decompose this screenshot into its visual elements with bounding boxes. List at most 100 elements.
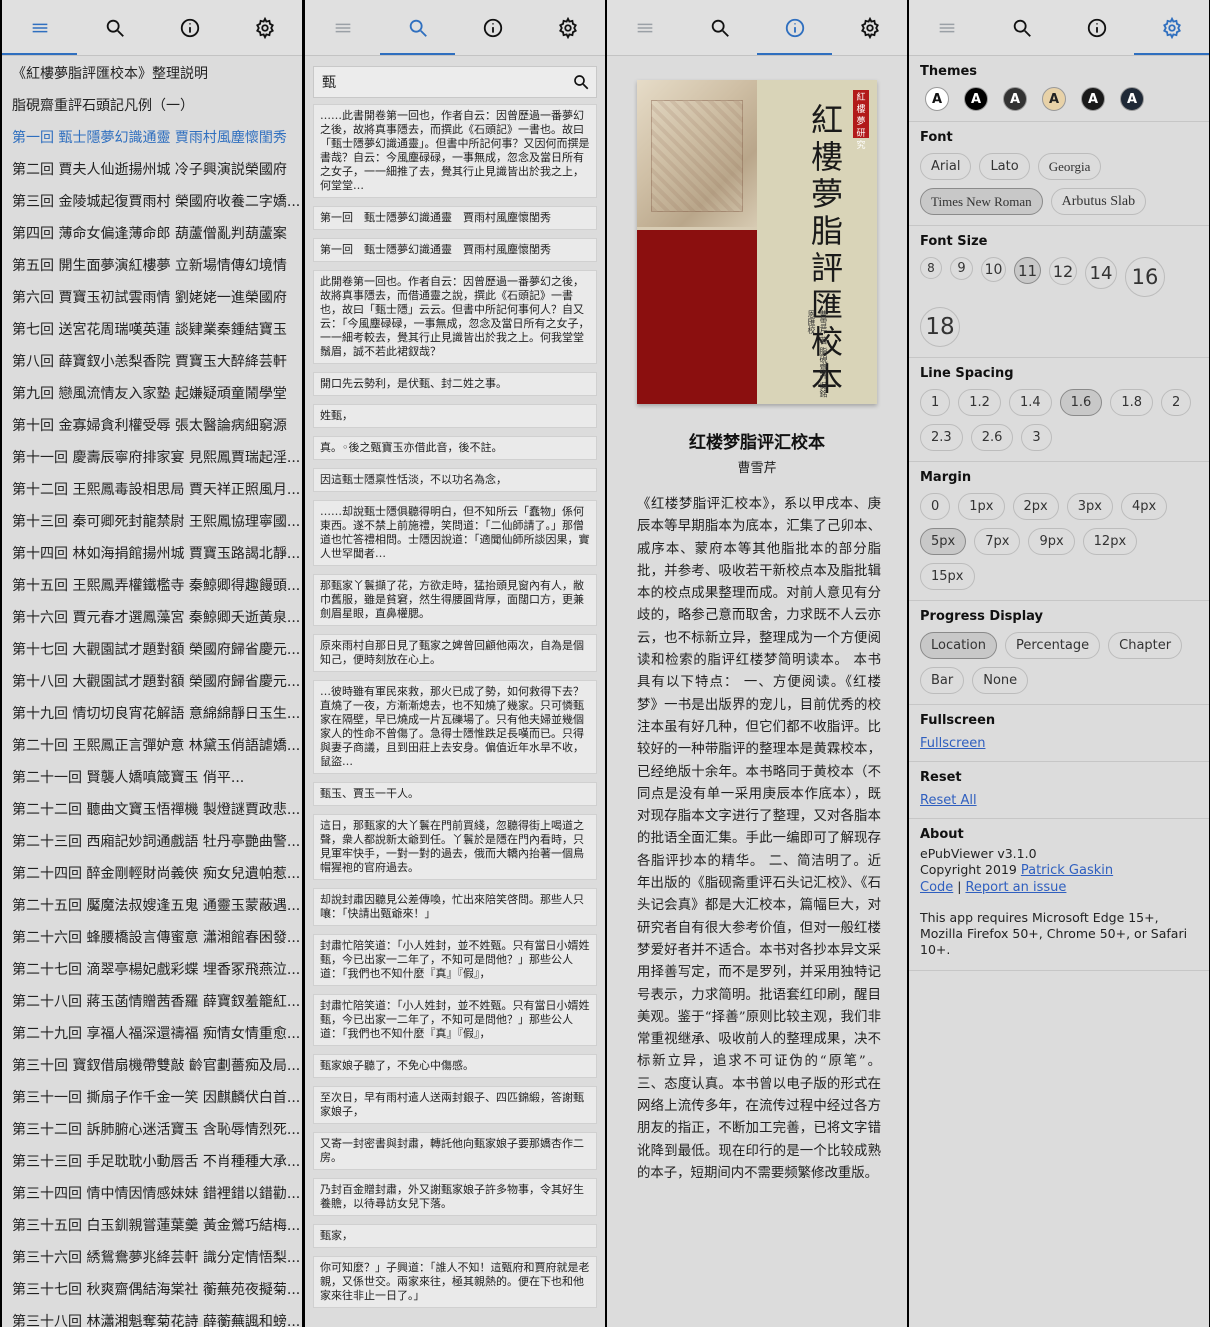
theme-option[interactable]: A bbox=[964, 87, 988, 111]
font-option[interactable]: Times New Roman bbox=[920, 188, 1043, 215]
progress-option[interactable]: Chapter bbox=[1108, 632, 1183, 659]
search-result[interactable]: 又寄一封密書與封肅，轉託他向甄家娘子要那嬌杏作二房。 bbox=[313, 1132, 597, 1170]
fontsize-option[interactable]: 12 bbox=[1049, 257, 1077, 285]
progress-option[interactable]: Location bbox=[920, 632, 997, 659]
search-result[interactable]: 至次日，早有雨村遣人送兩封銀子、四匹錦緞，答謝甄家娘子， bbox=[313, 1086, 597, 1124]
linespacing-option[interactable]: 1.8 bbox=[1110, 389, 1154, 416]
margin-option[interactable]: 4px bbox=[1120, 493, 1168, 520]
toc-item[interactable]: 第六回 賈寶玉初試雲雨情 劉姥姥一進榮國府 bbox=[2, 282, 302, 314]
toc-item[interactable]: 第八回 薛寶釵小恙梨香院 賈寶玉大醉絳芸軒 bbox=[2, 346, 302, 378]
search-result[interactable]: …彼時雖有軍民來救，那火已成了勢，如何救得下去？直燒了一夜，方漸漸熄去，也不知燒… bbox=[313, 680, 597, 774]
toc-item[interactable]: 第三十三回 手足耽耽小動唇舌 不肖種種大承... bbox=[2, 1146, 302, 1178]
search-result[interactable]: 甄玉、賈玉一干人。 bbox=[313, 782, 597, 806]
progress-option[interactable]: None bbox=[972, 667, 1029, 694]
linespacing-option[interactable]: 2.6 bbox=[970, 424, 1014, 451]
toc-item[interactable]: 第五回 開生面夢演紅樓夢 立新場情傳幻境情 bbox=[2, 250, 302, 282]
tab-toc[interactable] bbox=[909, 0, 984, 55]
search-result[interactable]: 你可知麼？」子興道：「誰人不知！這甄府和賈府就是老親，又係世交。兩家來往，極其親… bbox=[313, 1256, 597, 1308]
linespacing-option[interactable]: 1.4 bbox=[1008, 389, 1052, 416]
fontsize-option[interactable]: 8 bbox=[920, 257, 942, 279]
tab-toc[interactable] bbox=[305, 0, 380, 55]
toc-item[interactable]: 第三十二回 訴肺腑心迷活寶玉 含恥辱情烈死... bbox=[2, 1114, 302, 1146]
toc-item[interactable]: 《紅樓夢脂評匯校本》整理説明 bbox=[2, 58, 302, 90]
toc-item[interactable]: 第三十七回 秋爽齋偶結海棠社 蘅蕪苑夜擬菊... bbox=[2, 1274, 302, 1306]
code-link[interactable]: Code bbox=[920, 880, 953, 895]
theme-option[interactable]: A bbox=[1042, 87, 1066, 111]
toc-item[interactable]: 第九回 戀風流情友入家塾 起嫌疑頑童鬧學堂 bbox=[2, 378, 302, 410]
toc-item[interactable]: 第二十四回 醉金剛輕財尚義俠 痴女兒遺帕惹... bbox=[2, 858, 302, 890]
fontsize-option[interactable]: 16 bbox=[1125, 257, 1165, 297]
search-button[interactable] bbox=[566, 67, 596, 97]
margin-option[interactable]: 5px bbox=[920, 528, 967, 555]
search-result[interactable]: 這日，那甄家的大丫鬟在門前買綫，忽聽得街上喝道之聲，衆人都說新太爺到任。丫鬟於是… bbox=[313, 814, 597, 880]
toc-item[interactable]: 第十六回 賈元春才選鳳藻宮 秦鯨卿夭逝黃泉... bbox=[2, 602, 302, 634]
linespacing-option[interactable]: 1 bbox=[920, 389, 951, 416]
theme-option[interactable]: A bbox=[1003, 87, 1027, 111]
toc-item[interactable]: 第二十九回 享福人福深還禱福 痴情女情重愈... bbox=[2, 1018, 302, 1050]
toc-item[interactable]: 第三回 金陵城起復賈雨村 榮國府收養二字嬌... bbox=[2, 186, 302, 218]
toc-item[interactable]: 第十二回 王熙鳳毒設相思局 賈天祥正照風月... bbox=[2, 474, 302, 506]
search-result[interactable]: 因這甄士隱禀性恬淡，不以功名為念， bbox=[313, 468, 597, 492]
progress-option[interactable]: Percentage bbox=[1004, 632, 1101, 659]
toc-item[interactable]: 第二十三回 西廂記妙詞通戲語 牡丹亭艷曲警... bbox=[2, 826, 302, 858]
tab-toc[interactable] bbox=[2, 0, 77, 55]
tab-info[interactable] bbox=[757, 0, 832, 55]
tab-toc[interactable] bbox=[607, 0, 682, 55]
linespacing-option[interactable]: 1.2 bbox=[958, 389, 1001, 416]
toc-item[interactable]: 第十三回 秦可卿死封龍禁尉 王熙鳳協理寧國... bbox=[2, 506, 302, 538]
tab-search[interactable] bbox=[380, 0, 455, 55]
toc-item[interactable]: 第三十八回 林瀟湘魁奪菊花詩 薛蘅蕪諷和螃... bbox=[2, 1306, 302, 1327]
search-result[interactable]: 甄家， bbox=[313, 1224, 597, 1248]
search-result[interactable]: ……此書開卷第一回也，作者自云：因曾歷過一番夢幻之後，故將真事隱去，而撰此《石頭… bbox=[313, 104, 597, 198]
font-option[interactable]: Arbutus Slab bbox=[1050, 188, 1147, 215]
toc-item[interactable]: 第三十回 寶釵借扇機帶雙敲 齡官劃薔痴及局... bbox=[2, 1050, 302, 1082]
search-result[interactable]: 原來雨村自那日見了甄家之婢曾回顧他兩次，自為是個知己，便時刻放在心上。 bbox=[313, 634, 597, 672]
search-result[interactable]: 第一回 甄士隱夢幻識通靈 賈雨村風塵懷閨秀 bbox=[313, 238, 597, 262]
theme-option[interactable]: A bbox=[925, 87, 949, 111]
linespacing-option[interactable]: 3 bbox=[1021, 424, 1052, 451]
linespacing-option[interactable]: 2 bbox=[1161, 389, 1192, 416]
toc-item[interactable]: 第十一回 慶壽辰寧府排家宴 見熙鳳賈瑞起淫... bbox=[2, 442, 302, 474]
tab-search[interactable] bbox=[77, 0, 152, 55]
search-result[interactable]: 姓甄， bbox=[313, 404, 597, 428]
tab-settings[interactable] bbox=[1134, 0, 1209, 55]
toc-item[interactable]: 第十九回 情切切良宵花解語 意綿綿靜日玉生... bbox=[2, 698, 302, 730]
search-result[interactable]: 此開卷第一回也。作者自云：因曾歷過一番夢幻之後，故將真事隱去，而借通靈之說，撰此… bbox=[313, 270, 597, 364]
search-result[interactable]: 開口先云勢利，是伏甄、封二姓之事。 bbox=[313, 372, 597, 396]
search-result[interactable]: 真。◦後之甄寶玉亦借此音，後不註。 bbox=[313, 436, 597, 460]
toc-item[interactable]: 第二十七回 滴翠亭楊妃戲彩蝶 埋香冢飛燕泣... bbox=[2, 954, 302, 986]
toc-item[interactable]: 第十五回 王熙鳳弄權鐵檻寺 秦鯨卿得趣饅頭... bbox=[2, 570, 302, 602]
tab-info[interactable] bbox=[1059, 0, 1134, 55]
toc-item[interactable]: 第二十回 王熙鳳正言彈妒意 林黛玉俏語謔嬌... bbox=[2, 730, 302, 762]
linespacing-option[interactable]: 1.6 bbox=[1059, 389, 1103, 416]
margin-option[interactable]: 9px bbox=[1028, 528, 1075, 555]
report-issue-link[interactable]: Report an issue bbox=[965, 880, 1066, 895]
search-result[interactable]: 甄家娘子聽了，不免心中傷感。 bbox=[313, 1054, 597, 1078]
margin-option[interactable]: 15px bbox=[920, 563, 975, 590]
margin-option[interactable]: 7px bbox=[974, 528, 1021, 555]
theme-option[interactable]: A bbox=[1081, 87, 1105, 111]
toc-item[interactable]: 第二十八回 蔣玉菡情贈茜香羅 薛寶釵羞籠紅... bbox=[2, 986, 302, 1018]
author-link[interactable]: Patrick Gaskin bbox=[1021, 863, 1113, 878]
tab-settings[interactable] bbox=[227, 0, 302, 55]
search-result[interactable]: 封肅忙陪笑道：「小人姓封，並不姓甄。只有當日小婿姓甄，今已出家一二年了，不知可是… bbox=[313, 994, 597, 1046]
fontsize-option[interactable]: 9 bbox=[950, 257, 973, 280]
font-option[interactable]: Arial bbox=[920, 153, 972, 180]
font-option[interactable]: Georgia bbox=[1037, 153, 1102, 180]
search-result[interactable]: 那甄家丫鬟擷了花，方欲走時，猛抬頭見窗內有人，敝巾舊服，雖是貧窘，然生得腰圓背厚… bbox=[313, 574, 597, 626]
toc-item[interactable]: 第十七回 大觀園試才題對額 榮國府歸省慶元... bbox=[2, 634, 302, 666]
toc-item[interactable]: 第三十六回 綉鴛鴦夢兆絳芸軒 識分定情悟梨... bbox=[2, 1242, 302, 1274]
margin-option[interactable]: 12px bbox=[1082, 528, 1138, 555]
search-result[interactable]: 却說封肅因聽見公差傳喚，忙出來陪笑啓問。那些人只嚷：「快請出甄爺來！」 bbox=[313, 888, 597, 926]
margin-option[interactable]: 1px bbox=[958, 493, 1005, 520]
fullscreen-link[interactable]: Fullscreen bbox=[920, 736, 985, 751]
tab-info[interactable] bbox=[455, 0, 530, 55]
search-result[interactable]: ……却說甄士隱俱聽得明白，但不知所云「蠢物」係何東西。遂不禁上前施禮，笑問道：「… bbox=[313, 500, 597, 566]
margin-option[interactable]: 0 bbox=[920, 493, 951, 520]
theme-option[interactable]: A bbox=[1120, 87, 1144, 111]
toc-item[interactable]: 第二十六回 蜂腰橋設言傳蜜意 瀟湘館春困發... bbox=[2, 922, 302, 954]
font-option[interactable]: Lato bbox=[979, 153, 1030, 180]
search-result[interactable]: 乃封百金贈封肅，外又謝甄家娘子許多物事，令其好生養贍，以待尋訪女兒下落。 bbox=[313, 1178, 597, 1216]
linespacing-option[interactable]: 2.3 bbox=[920, 424, 963, 451]
tab-search[interactable] bbox=[984, 0, 1059, 55]
